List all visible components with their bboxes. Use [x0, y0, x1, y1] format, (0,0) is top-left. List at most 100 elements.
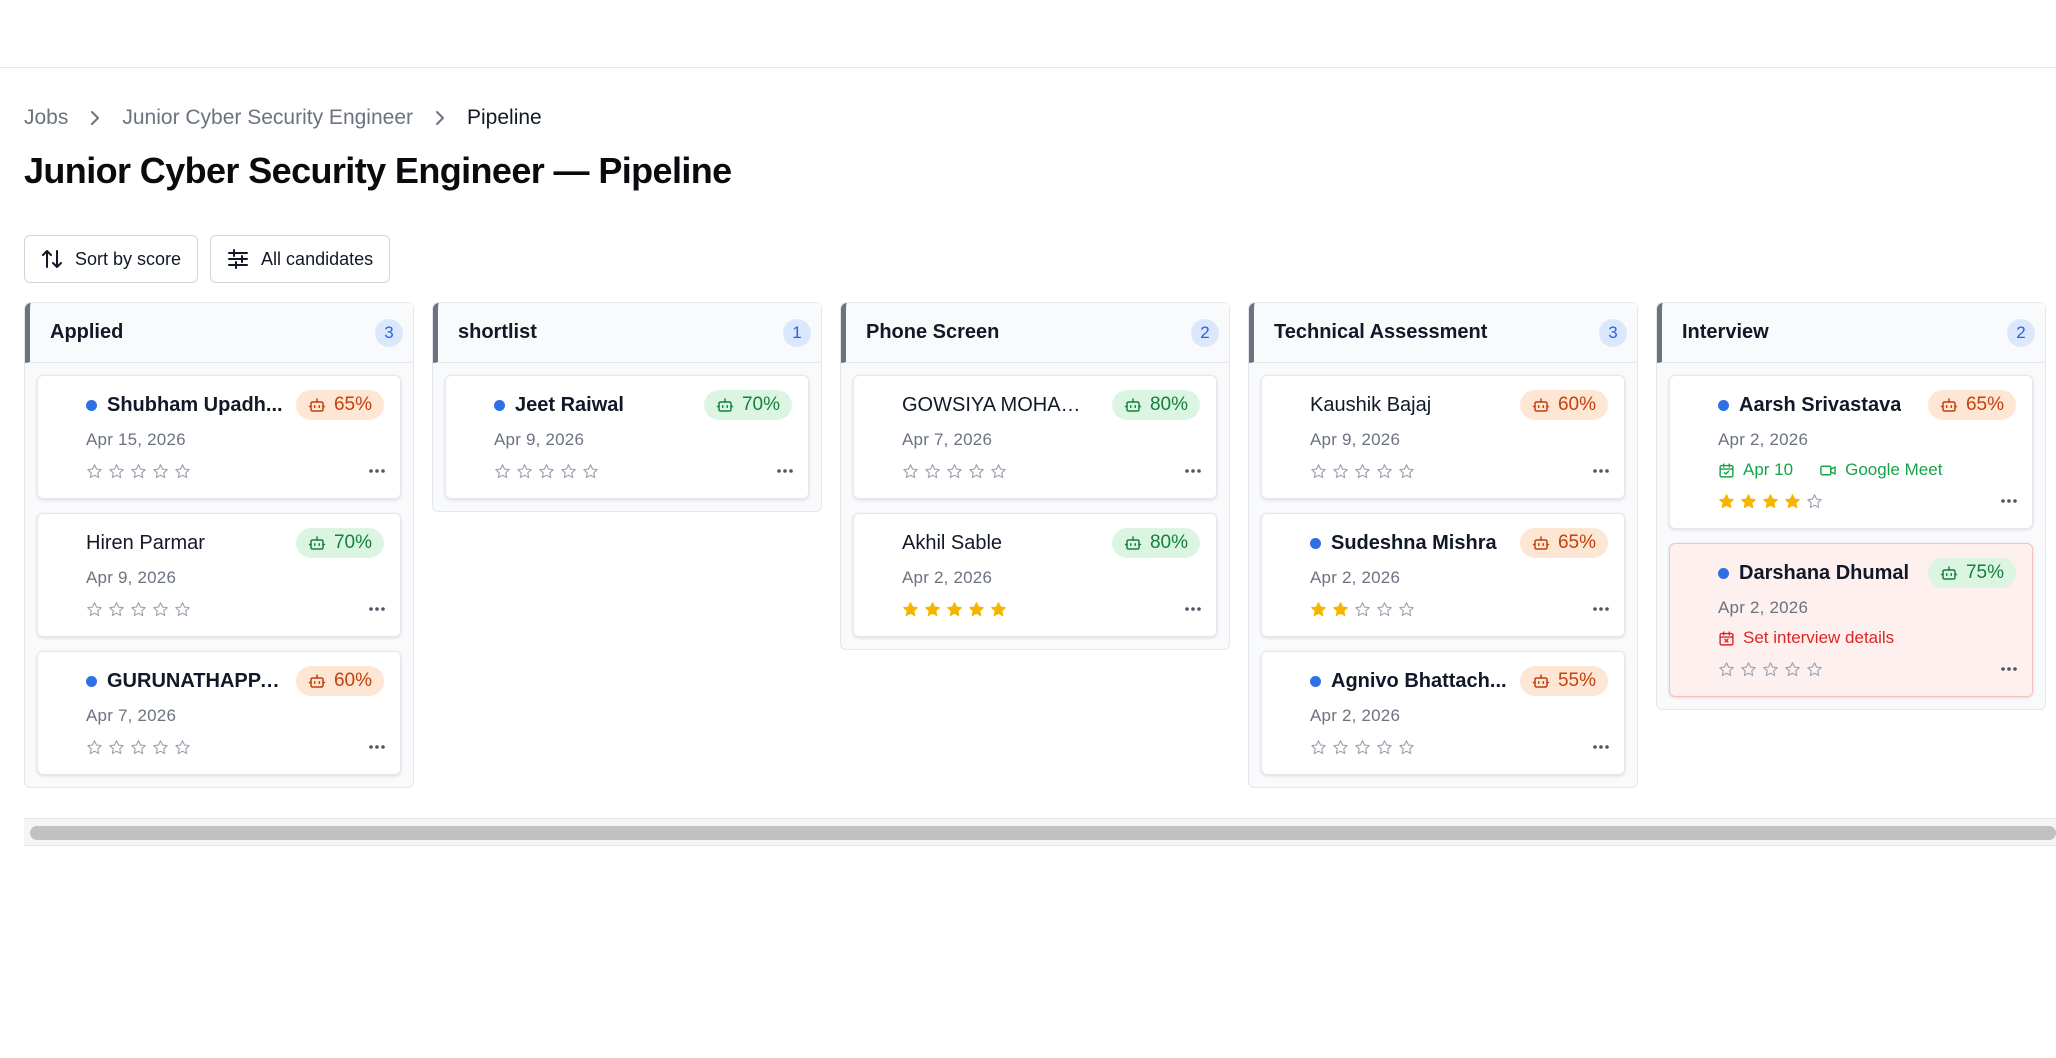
- star-icon[interactable]: [1398, 601, 1415, 618]
- star-icon[interactable]: [1332, 601, 1349, 618]
- star-icon[interactable]: [1376, 463, 1393, 480]
- star-rating[interactable]: [1310, 601, 1415, 618]
- star-icon[interactable]: [1806, 661, 1823, 678]
- star-icon[interactable]: [1398, 463, 1415, 480]
- sort-by-score-button[interactable]: Sort by score: [24, 235, 199, 283]
- star-icon[interactable]: [946, 601, 963, 618]
- candidate-name[interactable]: Hiren Parmar: [86, 532, 205, 555]
- star-rating[interactable]: [1718, 661, 1823, 678]
- star-icon[interactable]: [152, 463, 169, 480]
- candidate-card[interactable]: Shubham Upadh... 65% Apr 15, 2026: [37, 375, 401, 499]
- more-options-icon[interactable]: [366, 598, 388, 620]
- candidate-name[interactable]: Aarsh Srivastava: [1739, 394, 1901, 417]
- star-icon[interactable]: [1310, 601, 1327, 618]
- star-icon[interactable]: [174, 739, 191, 756]
- star-icon[interactable]: [1762, 493, 1779, 510]
- star-icon[interactable]: [1740, 493, 1757, 510]
- star-icon[interactable]: [108, 601, 125, 618]
- star-rating[interactable]: [86, 601, 191, 618]
- candidate-card[interactable]: Akhil Sable 80% Apr 2, 2026: [853, 513, 1217, 637]
- star-rating[interactable]: [1718, 493, 1823, 510]
- more-options-icon[interactable]: [1998, 658, 2020, 680]
- star-icon[interactable]: [1376, 739, 1393, 756]
- candidate-name[interactable]: Darshana Dhumal: [1739, 562, 1909, 585]
- more-options-icon[interactable]: [366, 736, 388, 758]
- star-icon[interactable]: [1762, 661, 1779, 678]
- candidate-card[interactable]: Darshana Dhumal 75% Apr 2, 2026 Set intervi…: [1669, 543, 2033, 697]
- horizontal-scrollbar[interactable]: [24, 818, 2056, 846]
- star-icon[interactable]: [86, 601, 103, 618]
- candidate-name[interactable]: GOWSIYA MOHAM...: [902, 394, 1084, 417]
- candidate-name[interactable]: Sudeshna Mishra: [1331, 532, 1497, 555]
- star-icon[interactable]: [560, 463, 577, 480]
- star-rating[interactable]: [1310, 463, 1415, 480]
- star-icon[interactable]: [990, 601, 1007, 618]
- star-icon[interactable]: [924, 601, 941, 618]
- candidate-name[interactable]: Jeet Raiwal: [515, 394, 624, 417]
- star-icon[interactable]: [968, 463, 985, 480]
- star-icon[interactable]: [130, 601, 147, 618]
- star-rating[interactable]: [1310, 739, 1415, 756]
- candidate-card[interactable]: GOWSIYA MOHAM... 80% Apr 7, 2026: [853, 375, 1217, 499]
- candidate-card[interactable]: Hiren Parmar 70% Apr 9, 2026: [37, 513, 401, 637]
- star-icon[interactable]: [1740, 661, 1757, 678]
- star-icon[interactable]: [1354, 601, 1371, 618]
- star-icon[interactable]: [1718, 661, 1735, 678]
- star-icon[interactable]: [108, 463, 125, 480]
- all-candidates-filter-button[interactable]: All candidates: [210, 235, 391, 283]
- candidate-card[interactable]: Kaushik Bajaj 60% Apr 9, 2026: [1261, 375, 1625, 499]
- more-options-icon[interactable]: [1590, 460, 1612, 482]
- star-icon[interactable]: [902, 601, 919, 618]
- star-icon[interactable]: [130, 463, 147, 480]
- star-rating[interactable]: [494, 463, 599, 480]
- more-options-icon[interactable]: [774, 460, 796, 482]
- candidate-name[interactable]: Kaushik Bajaj: [1310, 394, 1431, 417]
- star-icon[interactable]: [1332, 463, 1349, 480]
- candidate-card[interactable]: GURUNATHAPPA... 60% Apr 7, 2026: [37, 651, 401, 775]
- star-icon[interactable]: [1310, 739, 1327, 756]
- star-rating[interactable]: [902, 463, 1007, 480]
- candidate-card[interactable]: Jeet Raiwal 70% Apr 9, 2026: [445, 375, 809, 499]
- scrollbar-thumb[interactable]: [30, 826, 2056, 840]
- candidate-card[interactable]: Sudeshna Mishra 65% Apr 2, 2026: [1261, 513, 1625, 637]
- star-icon[interactable]: [1784, 661, 1801, 678]
- star-icon[interactable]: [152, 601, 169, 618]
- more-options-icon[interactable]: [1998, 490, 2020, 512]
- star-icon[interactable]: [1376, 601, 1393, 618]
- star-icon[interactable]: [1354, 739, 1371, 756]
- candidate-card[interactable]: Agnivo Bhattach... 55% Apr 2, 2026: [1261, 651, 1625, 775]
- star-icon[interactable]: [152, 739, 169, 756]
- star-icon[interactable]: [968, 601, 985, 618]
- star-icon[interactable]: [1332, 739, 1349, 756]
- star-icon[interactable]: [494, 463, 511, 480]
- star-rating[interactable]: [86, 463, 191, 480]
- more-options-icon[interactable]: [1590, 736, 1612, 758]
- star-icon[interactable]: [990, 463, 1007, 480]
- breadcrumb-jobs[interactable]: Jobs: [24, 106, 68, 130]
- candidate-name[interactable]: Shubham Upadh...: [107, 394, 283, 417]
- star-rating[interactable]: [86, 739, 191, 756]
- star-icon[interactable]: [1718, 493, 1735, 510]
- candidate-card[interactable]: Aarsh Srivastava 65% Apr 2, 2026 Apr 10 Goog…: [1669, 375, 2033, 529]
- candidate-name[interactable]: Akhil Sable: [902, 532, 1002, 555]
- star-icon[interactable]: [86, 463, 103, 480]
- star-icon[interactable]: [86, 739, 103, 756]
- star-icon[interactable]: [108, 739, 125, 756]
- more-options-icon[interactable]: [1182, 460, 1204, 482]
- star-icon[interactable]: [902, 463, 919, 480]
- star-icon[interactable]: [130, 739, 147, 756]
- more-options-icon[interactable]: [1590, 598, 1612, 620]
- star-icon[interactable]: [1354, 463, 1371, 480]
- star-rating[interactable]: [902, 601, 1007, 618]
- star-icon[interactable]: [1806, 493, 1823, 510]
- star-icon[interactable]: [1310, 463, 1327, 480]
- candidate-name[interactable]: GURUNATHAPPA...: [107, 670, 289, 693]
- star-icon[interactable]: [174, 601, 191, 618]
- star-icon[interactable]: [1784, 493, 1801, 510]
- candidate-name[interactable]: Agnivo Bhattach...: [1331, 670, 1507, 693]
- star-icon[interactable]: [1398, 739, 1415, 756]
- set-interview-details-link[interactable]: Set interview details: [1718, 628, 2016, 648]
- star-icon[interactable]: [924, 463, 941, 480]
- star-icon[interactable]: [582, 463, 599, 480]
- breadcrumb-job[interactable]: Junior Cyber Security Engineer: [122, 106, 413, 130]
